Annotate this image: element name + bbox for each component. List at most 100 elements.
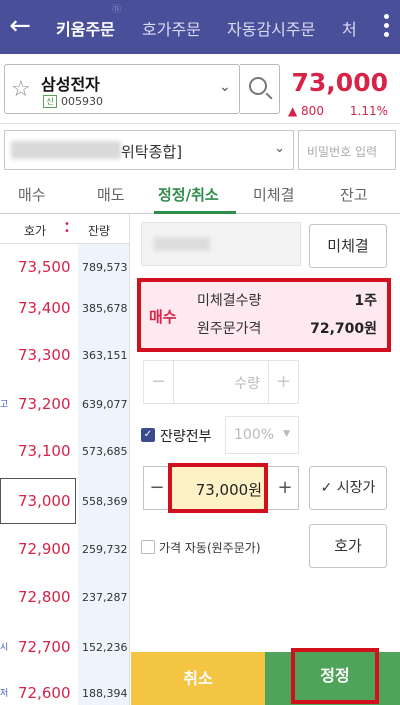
unfilled-button[interactable]: 미체결: [309, 224, 387, 268]
modify-button-area[interactable]: 정정: [265, 648, 400, 705]
order-book-row[interactable]: 고 73,200 639,077: [0, 381, 129, 429]
plus-icon[interactable]: +: [268, 361, 298, 403]
cancel-button[interactable]: 취소: [131, 652, 265, 705]
row-volume: 573,685: [82, 445, 128, 458]
stock-search-button[interactable]: [240, 64, 280, 114]
row-price: 73,400: [18, 299, 71, 317]
order-book-row[interactable]: 저 72,600 188,394: [0, 670, 129, 705]
tab-kiwoom-order[interactable]: 키움주문: [56, 16, 115, 40]
row-price: 73,200: [18, 395, 71, 413]
minus-icon[interactable]: −: [144, 361, 174, 403]
account-number-redacted: [11, 141, 121, 159]
order-tabs: 매수 매도 정정/취소 미체결 잔고: [0, 174, 400, 214]
stock-row: ☆ 삼성전자 신 005930 ⌄ 73,000 ▲ 800 1.11%: [0, 54, 400, 124]
row-volume: 237,287: [82, 591, 128, 604]
order-book-header: 호가 • • 잔량: [0, 214, 129, 244]
row-price: 72,700: [18, 638, 71, 656]
row-price: 73,500: [18, 258, 71, 276]
auto-price-label: 가격 자동(원주문가): [159, 541, 261, 555]
more-menu-icon[interactable]: [382, 12, 390, 42]
tab-hoga-order[interactable]: 호가주문: [142, 16, 201, 40]
original-order-info: 매수 미체결수량 1주 원주문가격 72,700원: [137, 278, 391, 352]
current-price: 73,000: [291, 68, 388, 97]
tab-truncated[interactable]: 처: [342, 16, 357, 40]
market-price-button[interactable]: ✓ 시장가: [309, 466, 387, 510]
row-price: 72,600: [18, 684, 71, 702]
nav-badge: ⑪: [112, 5, 122, 15]
percent-select[interactable]: 100% ▼: [225, 416, 299, 454]
modify-button[interactable]: 정정: [291, 648, 379, 704]
orig-price-label: 원주문가격: [197, 321, 262, 337]
tab-buy[interactable]: 매수: [18, 184, 46, 205]
password-input[interactable]: 비밀번호 입력: [298, 130, 396, 170]
row-marker-high: 고: [0, 400, 9, 410]
tab-auto-watch-order[interactable]: 자동감시주문: [227, 16, 315, 40]
header-price: 호가: [24, 224, 47, 238]
order-book-row[interactable]: 72,800 237,287: [0, 574, 129, 622]
orig-price-value: 72,700원: [310, 321, 377, 337]
stock-code: 005930: [61, 95, 103, 108]
unfilled-qty-label: 미체결수량: [197, 293, 262, 309]
row-price: 72,900: [18, 540, 71, 558]
order-number-redacted: [154, 237, 210, 251]
row-price: 73,100: [18, 442, 71, 460]
order-book-row[interactable]: 73,300 363,151: [0, 332, 129, 380]
price-change-rate: 1.11%: [349, 104, 388, 118]
favorite-star-icon[interactable]: ☆: [11, 77, 31, 102]
row-volume: 259,732: [82, 543, 128, 556]
row-price: 72,800: [18, 588, 71, 606]
hoga-button[interactable]: 호가: [309, 524, 387, 568]
stock-name: 삼성전자: [41, 75, 100, 94]
market-price-label: 시장가: [336, 480, 376, 496]
account-row: 위탁종합] ⌄ 비밀번호 입력: [0, 124, 400, 174]
price-change: ▲ 800: [288, 104, 324, 118]
quantity-input[interactable]: 수량: [234, 373, 260, 393]
chevron-down-icon: ⌄: [274, 141, 285, 156]
order-book-row[interactable]: 시 72,700 152,236: [0, 624, 129, 672]
all-remaining-checkbox[interactable]: ✓: [141, 428, 155, 442]
header-volume: 잔량: [88, 224, 111, 238]
row-volume: 639,077: [82, 398, 128, 411]
check-icon: ✓: [320, 480, 333, 496]
row-price: 73,000: [18, 492, 71, 510]
tab-unfilled[interactable]: 미체결: [253, 184, 294, 205]
caret-down-icon: ▼: [283, 429, 290, 439]
order-book-row-selected[interactable]: 73,000 558,369: [0, 478, 129, 526]
account-selector[interactable]: 위탁종합] ⌄: [4, 130, 294, 170]
percent-value: 100%: [234, 427, 275, 443]
credit-badge: 신: [43, 95, 57, 108]
row-price: 73,300: [18, 346, 71, 364]
unfilled-qty-value: 1주: [354, 293, 377, 309]
plus-icon[interactable]: +: [272, 467, 298, 509]
tab-balance[interactable]: 잔고: [340, 184, 368, 205]
all-remaining-label: 잔량전부: [160, 429, 212, 445]
header-indicator: • •: [64, 219, 70, 237]
order-book-row[interactable]: 73,100 573,685: [0, 428, 129, 476]
search-icon: [249, 77, 267, 95]
tab-modify-cancel[interactable]: 정정/취소: [158, 184, 219, 205]
order-book: 호가 • • 잔량 73,500 789,573 73,400 385,678 7…: [0, 214, 130, 705]
row-volume: 188,394: [82, 687, 128, 700]
order-book-row[interactable]: 72,900 259,732: [0, 526, 129, 574]
back-arrow-icon[interactable]: ←: [6, 10, 34, 42]
chevron-down-icon[interactable]: ⌄: [219, 79, 231, 95]
row-volume: 363,151: [82, 349, 128, 362]
order-book-row[interactable]: 73,400 385,678: [0, 285, 129, 333]
row-volume: 152,236: [82, 641, 128, 654]
order-side: 매수: [149, 308, 177, 326]
order-panel: 미체결 매수 미체결수량 1주 원주문가격 72,700원 − 수량 + ✓ 잔…: [131, 214, 400, 652]
row-volume: 558,369: [82, 495, 128, 508]
stock-selector[interactable]: ☆ 삼성전자 신 005930 ⌄: [4, 64, 240, 114]
minus-icon[interactable]: −: [144, 467, 170, 509]
row-volume: 789,573: [82, 261, 128, 274]
original-order-field[interactable]: [141, 222, 301, 266]
price-stepper: − 73,000원 +: [143, 463, 299, 513]
account-type: 위탁종합]: [121, 143, 183, 161]
auto-price-checkbox[interactable]: [141, 540, 155, 554]
row-marker-open: 시: [0, 643, 9, 653]
price-input[interactable]: 73,000원: [168, 463, 268, 513]
top-nav: ← ⑪ 키움주문 호가주문 자동감시주문 처: [0, 0, 400, 54]
price-value: 73,000원: [195, 481, 262, 499]
row-marker-low: 저: [0, 689, 9, 699]
tab-sell[interactable]: 매도: [97, 184, 125, 205]
